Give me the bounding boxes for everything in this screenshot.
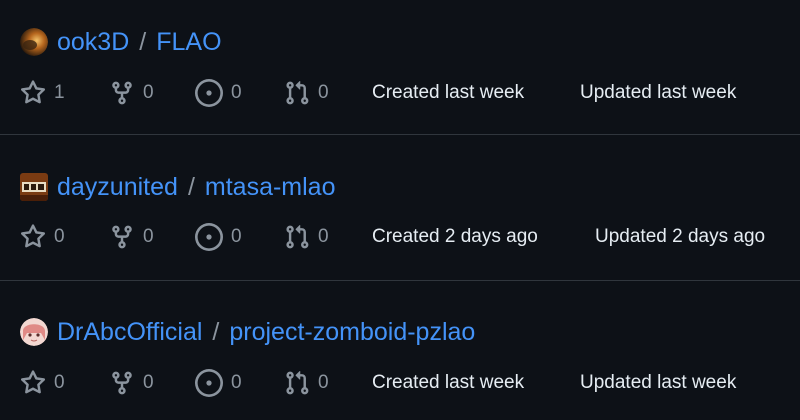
created-date: Created last week (372, 82, 525, 103)
fork-icon (112, 225, 132, 249)
repository-list: ook3D / FLAO 1 0 0 0 Created last week U… (0, 0, 800, 420)
repo-meta: 0 0 0 0 Created last week Updated last w… (20, 368, 800, 398)
repo-title: ook3D / FLAO (20, 25, 222, 59)
issue-icon (195, 79, 223, 107)
updated-date: Updated last week (580, 82, 737, 103)
forks-link[interactable]: 0 (109, 222, 154, 252)
avatar[interactable] (20, 173, 48, 201)
pull-request-icon (286, 80, 309, 105)
stars-link[interactable]: 1 (20, 78, 65, 108)
stars-link[interactable]: 0 (20, 368, 65, 398)
repo-card: DrAbcOfficial / project-zomboid-pzlao 0 … (0, 281, 800, 420)
repo-name-link[interactable]: FLAO (156, 28, 221, 57)
star-icon (20, 80, 46, 104)
repo-separator: / (187, 172, 195, 201)
stars-count: 0 (54, 372, 65, 393)
repo-title: DrAbcOfficial / project-zomboid-pzlao (20, 315, 475, 349)
issue-icon (195, 223, 223, 251)
created-date: Created 2 days ago (372, 226, 538, 247)
avatar[interactable] (20, 318, 48, 346)
pull-requests-link[interactable]: 0 (284, 368, 329, 398)
repo-separator: / (212, 317, 220, 346)
repo-owner-link[interactable]: dayzunited (57, 173, 178, 202)
issues-link[interactable]: 0 (195, 368, 242, 398)
repo-title: dayzunited / mtasa-mlao (20, 170, 335, 204)
repo-separator: / (139, 27, 147, 56)
forks-count: 0 (143, 372, 154, 393)
issues-link[interactable]: 0 (195, 222, 242, 252)
repo-meta: 0 0 0 0 Created 2 days ago Updated 2 day… (20, 222, 800, 252)
star-icon (20, 370, 46, 394)
updated-date: Updated last week (580, 372, 737, 393)
repo-card: dayzunited / mtasa-mlao 0 0 0 0 Created … (0, 135, 800, 281)
forks-link[interactable]: 0 (109, 368, 154, 398)
repo-name-link[interactable]: project-zomboid-pzlao (229, 318, 475, 347)
repo-owner-link[interactable]: ook3D (57, 28, 129, 57)
stars-count: 0 (54, 226, 65, 247)
repo-name-link[interactable]: mtasa-mlao (205, 173, 336, 202)
repo-meta: 1 0 0 0 Created last week Updated last w… (20, 78, 800, 108)
created-date: Created last week (372, 372, 525, 393)
avatar[interactable] (20, 28, 48, 56)
issue-icon (195, 369, 223, 397)
stars-link[interactable]: 0 (20, 222, 65, 252)
pull-requests-count: 0 (318, 372, 329, 393)
fork-icon (112, 371, 132, 395)
pull-requests-count: 0 (318, 226, 329, 247)
pull-request-icon (286, 370, 309, 395)
repo-card: ook3D / FLAO 1 0 0 0 Created last week U… (0, 0, 800, 135)
star-icon (20, 224, 46, 248)
pull-requests-count: 0 (318, 82, 329, 103)
issues-count: 0 (231, 372, 242, 393)
forks-link[interactable]: 0 (109, 78, 154, 108)
fork-icon (112, 81, 132, 105)
pull-requests-link[interactable]: 0 (284, 78, 329, 108)
forks-count: 0 (143, 226, 154, 247)
issues-link[interactable]: 0 (195, 78, 242, 108)
updated-date: Updated 2 days ago (595, 226, 766, 247)
issues-count: 0 (231, 82, 242, 103)
pull-requests-link[interactable]: 0 (284, 222, 329, 252)
stars-count: 1 (54, 82, 65, 103)
issues-count: 0 (231, 226, 242, 247)
pull-request-icon (286, 224, 309, 249)
forks-count: 0 (143, 82, 154, 103)
repo-owner-link[interactable]: DrAbcOfficial (57, 318, 202, 347)
